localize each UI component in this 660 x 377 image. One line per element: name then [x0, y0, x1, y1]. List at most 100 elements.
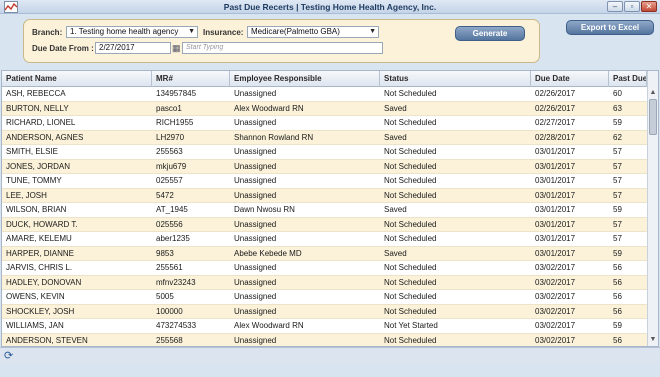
table-row[interactable]: ANDERSON, AGNES LH2970 Shannon Rowland RN S…: [2, 130, 647, 145]
table-row[interactable]: HADLEY, DONOVAN mfnv23243 Unassigned Not Sc…: [2, 275, 647, 290]
insurance-label: Insurance:: [203, 28, 244, 37]
cell-employee: Unassigned: [234, 161, 277, 171]
cell-mr: 100000: [156, 306, 183, 316]
cell-mr: mkju679: [156, 161, 187, 171]
calendar-icon[interactable]: ▦: [172, 43, 182, 53]
cell-status: Not Scheduled: [384, 277, 437, 287]
cell-past-due: 59: [613, 248, 622, 258]
cell-mr: 025556: [156, 219, 183, 229]
cell-employee: Dawn Nwosu RN: [234, 205, 295, 214]
cell-patient-name: TUNE, TOMMY: [6, 176, 62, 185]
scroll-up-icon[interactable]: ▲: [648, 88, 658, 98]
branch-label: Branch:: [32, 28, 63, 37]
table-row[interactable]: JARVIS, CHRIS L. 255561 Unassigned Not Sche…: [2, 261, 647, 276]
table-row[interactable]: ASH, REBECCA 134957845 Unassigned Not Sched…: [2, 87, 647, 102]
cell-mr: 255561: [156, 263, 183, 272]
cell-past-due: 57: [613, 147, 622, 156]
cell-due-date: 02/26/2017: [535, 89, 576, 98]
refresh-icon[interactable]: ⟳: [4, 350, 16, 362]
chevron-down-icon: ▼: [369, 28, 376, 35]
branch-select[interactable]: 1. Testing home health agency ▼: [66, 26, 198, 38]
cell-employee: Unassigned: [234, 147, 277, 156]
cell-mr: 5005: [156, 292, 174, 301]
export-to-excel-button[interactable]: Export to Excel: [566, 20, 654, 35]
window-bottom: [0, 363, 660, 377]
table-row[interactable]: RICHARD, LIONEL RICH1955 Unassigned Not Sch…: [2, 116, 647, 131]
table-row[interactable]: AMARE, KELEMU aber1235 Unassigned Not Sched…: [2, 232, 647, 247]
scroll-down-icon[interactable]: ▼: [648, 335, 658, 345]
table-row[interactable]: HARPER, DIANNE 9853 Abebe Kebede MD Saved 03…: [2, 246, 647, 261]
cell-past-due: 59: [613, 205, 622, 214]
cell-past-due: 57: [613, 219, 622, 229]
cell-employee: Unassigned: [234, 306, 277, 316]
table-row[interactable]: JONES, JORDAN mkju679 Unassigned Not Schedu…: [2, 159, 647, 174]
cell-patient-name: ANDERSON, AGNES: [6, 132, 84, 142]
past-due-grid: Patient Name MR# Employee Responsible St…: [1, 70, 659, 347]
cell-employee: Unassigned: [234, 234, 277, 243]
cell-past-due: 56: [613, 306, 622, 316]
cell-due-date: 02/26/2017: [535, 103, 576, 113]
cell-past-due: 62: [613, 132, 622, 142]
table-row[interactable]: TUNE, TOMMY 025557 Unassigned Not Scheduled…: [2, 174, 647, 189]
column-header-patient-name[interactable]: Patient Name: [2, 71, 152, 87]
generate-button[interactable]: Generate: [455, 26, 525, 41]
cell-status: Not Scheduled: [384, 292, 437, 301]
close-icon[interactable]: ✕: [641, 1, 657, 12]
table-row[interactable]: DUCK, HOWARD T. 025556 Unassigned Not Sched…: [2, 217, 647, 232]
cell-due-date: 03/02/2017: [535, 335, 576, 345]
cell-due-date: 03/02/2017: [535, 263, 576, 272]
cell-status: Saved: [384, 132, 407, 142]
title-bar: Past Due Recerts | Testing Home Health A…: [0, 0, 660, 14]
minimize-icon[interactable]: –: [607, 1, 623, 12]
cell-mr: mfnv23243: [156, 277, 196, 287]
column-header-mr[interactable]: MR#: [152, 71, 230, 87]
cell-patient-name: AMARE, KELEMU: [6, 234, 72, 243]
table-row[interactable]: WILLIAMS, JAN 473274533 Alex Woodward RN No…: [2, 319, 647, 334]
cell-due-date: 03/01/2017: [535, 205, 576, 214]
due-date-input[interactable]: 2/27/2017: [95, 42, 171, 54]
cell-due-date: 03/02/2017: [535, 306, 576, 316]
due-date-label: Due Date From :: [32, 44, 94, 53]
cell-patient-name: JARVIS, CHRIS L.: [6, 263, 73, 272]
table-row[interactable]: BURTON, NELLY pasco1 Alex Woodward RN Saved…: [2, 101, 647, 116]
cell-mr: 5472: [156, 190, 174, 200]
cell-past-due: 59: [613, 118, 622, 127]
table-row[interactable]: OWENS, KEVIN 5005 Unassigned Not Scheduled 0…: [2, 290, 647, 305]
cell-employee: Unassigned: [234, 118, 277, 127]
vertical-scrollbar[interactable]: ▲ ▼: [647, 71, 658, 346]
cell-mr: 255568: [156, 335, 183, 345]
cell-past-due: 63: [613, 103, 622, 113]
table-row[interactable]: LEE, JOSH 5472 Unassigned Not Scheduled 03/0…: [2, 188, 647, 203]
cell-patient-name: HARPER, DIANNE: [6, 248, 75, 258]
search-input[interactable]: Start Typing: [182, 42, 383, 54]
column-header-status[interactable]: Status: [380, 71, 531, 87]
cell-mr: RICH1955: [156, 118, 194, 127]
cell-status: Not Scheduled: [384, 147, 437, 156]
grid-rows: ASH, REBECCA 134957845 Unassigned Not Sched…: [2, 87, 647, 346]
cell-status: Not Scheduled: [384, 263, 437, 272]
table-row[interactable]: ANDERSON, STEVEN 255568 Unassigned Not Sche…: [2, 333, 647, 346]
cell-due-date: 03/01/2017: [535, 190, 576, 200]
column-header-past-due[interactable]: Past Due: [609, 71, 647, 87]
insurance-select[interactable]: Medicare(Palmetto GBA) ▼: [247, 26, 379, 38]
cell-past-due: 57: [613, 176, 622, 185]
cell-employee: Unassigned: [234, 219, 277, 229]
cell-past-due: 56: [613, 263, 622, 272]
cell-employee: Abebe Kebede MD: [234, 248, 302, 258]
cell-past-due: 56: [613, 292, 622, 301]
cell-status: Not Scheduled: [384, 306, 437, 316]
table-row[interactable]: SMITH, ELSIE 255563 Unassigned Not Schedule…: [2, 145, 647, 160]
cell-due-date: 03/01/2017: [535, 161, 576, 171]
cell-mr: LH2970: [156, 132, 185, 142]
scrollbar-thumb[interactable]: [649, 99, 657, 135]
cell-mr: 025557: [156, 176, 183, 185]
maximize-icon[interactable]: ▫: [624, 1, 640, 12]
column-header-due-date[interactable]: Due Date: [531, 71, 609, 87]
cell-patient-name: ANDERSON, STEVEN: [6, 335, 88, 345]
column-header-employee[interactable]: Employee Responsible: [230, 71, 380, 87]
table-row[interactable]: WILSON, BRIAN AT_1945 Dawn Nwosu RN Saved 03…: [2, 203, 647, 218]
cell-patient-name: OWENS, KEVIN: [6, 292, 65, 301]
cell-employee: Unassigned: [234, 263, 277, 272]
cell-patient-name: ASH, REBECCA: [6, 89, 66, 98]
table-row[interactable]: SHOCKLEY, JOSH 100000 Unassigned Not Schedu…: [2, 304, 647, 319]
